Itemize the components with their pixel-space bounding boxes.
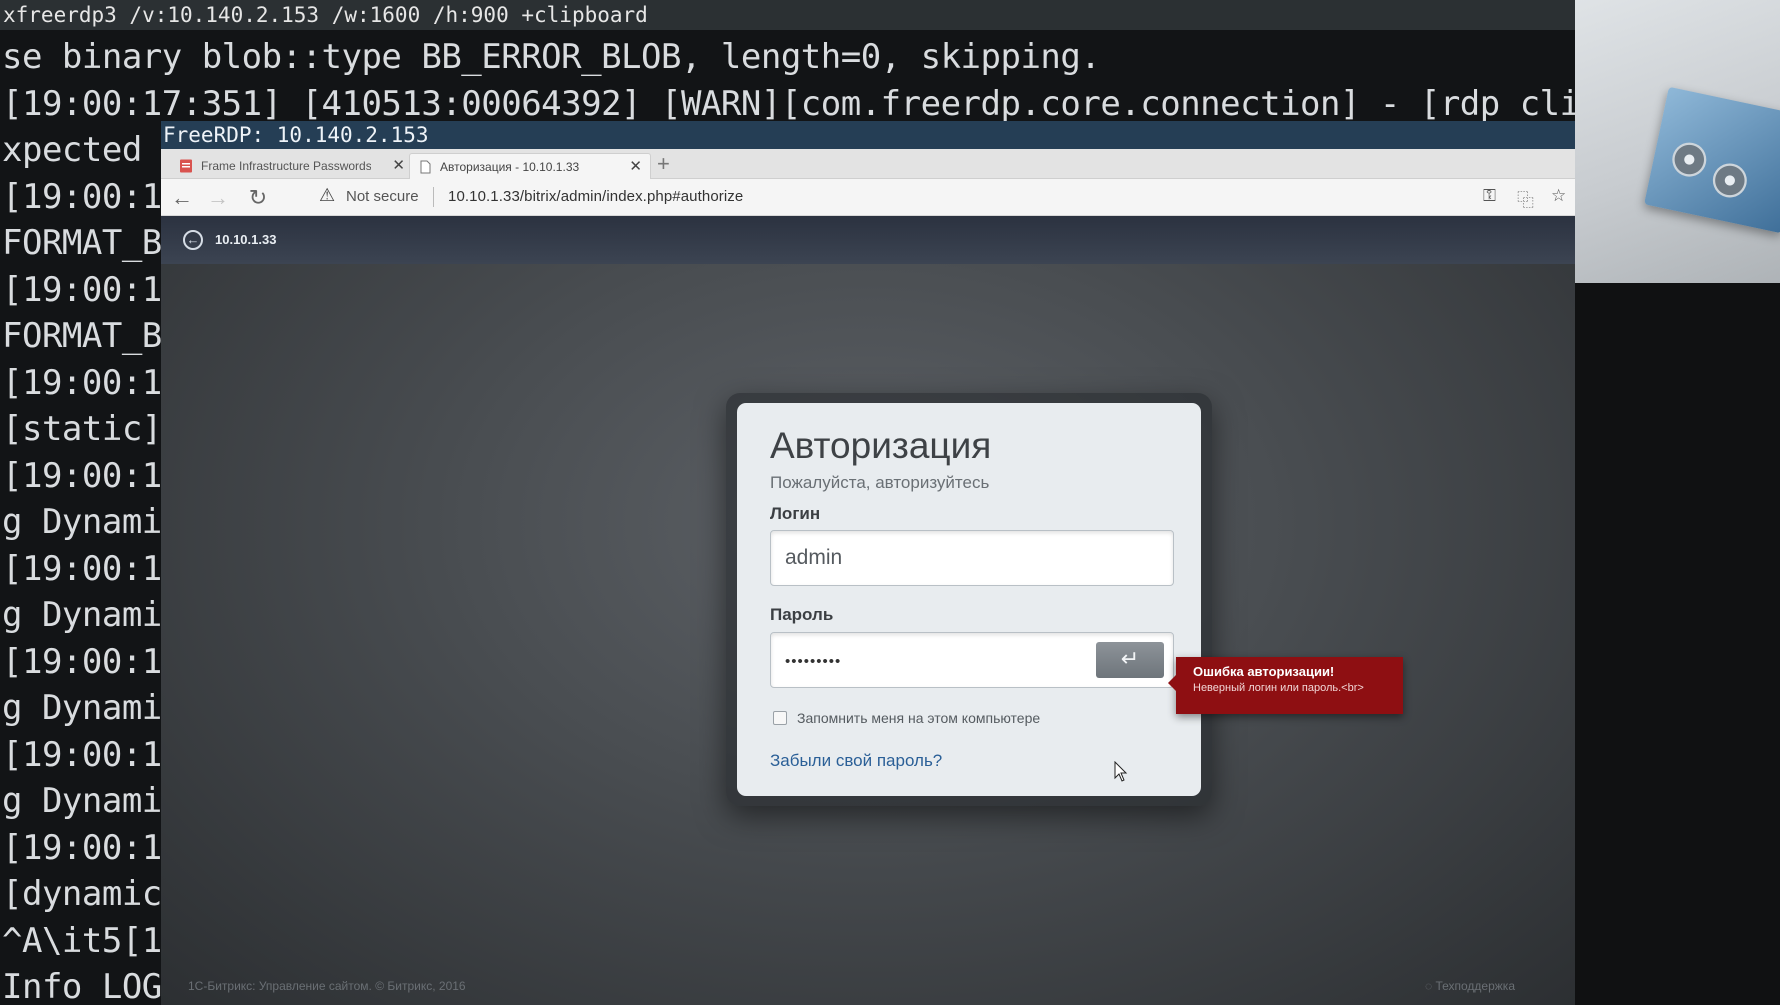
url-field[interactable]: 10.10.1.33/bitrix/admin/index.php#author… [448,188,743,205]
key-icon[interactable]: ⚿ [1483,186,1496,206]
tab-authorization[interactable]: Авторизация - 10.10.1.33 ✕ [409,153,651,179]
remember-me[interactable]: Запомнить меня на этом компьютере [773,710,1040,726]
warning-icon[interactable]: ⚠ [319,185,335,206]
reload-icon: ↻ [248,185,268,210]
auth-error-tooltip: Ошибка авторизации! Неверный логин или п… [1168,657,1403,714]
forward-button[interactable]: → [205,185,231,211]
tab-label: Frame Infrastructure Passwords | [201,159,371,173]
freerdp-title: FreeRDP: 10.140.2.153 [161,121,1575,149]
security-label[interactable]: Not secure [346,188,419,205]
password-label: Пароль [770,605,834,624]
reload-button[interactable]: ↻ [245,185,271,211]
mouse-cursor-icon [1114,761,1128,782]
new-tab-button[interactable]: + [657,151,670,177]
support-label: Техподдержка [1435,979,1515,993]
divider [433,187,434,207]
remember-label: Запомнить меня на этом компьютере [797,710,1041,726]
close-icon[interactable]: ✕ [392,153,405,179]
page-subtitle: Пожалуйста, авторизуйтесь [770,473,990,492]
page-title: Авторизация [770,425,992,466]
bitrix-admin-header: ← 10.10.1.33 [161,216,1575,264]
password-input[interactable]: ••••••••• ↵ [770,632,1174,688]
login-input[interactable]: admin [770,530,1174,586]
terminal-line: se binary blob::type BB_ERROR_BLOB, leng… [2,37,1101,77]
login-label: Логин [770,504,821,523]
browser-tab-bar: Frame Infrastructure Passwords | ✕ Автор… [161,149,1575,179]
address-bar: ← → ↻ ⚠ Not secure 10.10.1.33/bitrix/adm… [161,179,1575,216]
support-link[interactable]: ◌ Техподдержка [1425,979,1515,993]
login-value: admin [785,546,843,569]
page-icon [420,160,431,174]
site-host[interactable]: 10.10.1.33 [215,232,276,247]
forgot-password-link[interactable]: Забыли свой пароль? [770,751,942,771]
disc-image [1709,160,1751,201]
webcam-book-image [1644,86,1780,234]
terminal-title: xfreerdp3 /v:10.140.2.153 /w:1600 /h:900… [0,0,1575,30]
tab-frame-infrastructure[interactable]: Frame Infrastructure Passwords | ✕ [171,153,413,179]
error-title: Ошибка авторизации! [1193,664,1335,679]
star-icon[interactable]: ☆ [1551,186,1566,206]
login-card: Авторизация Пожалуйста, авторизуйтесь Ло… [737,403,1201,796]
error-message: Неверный логин или пароль.<br> [1193,682,1364,694]
arrow-left-icon: ← [171,185,193,210]
tab-label: Авторизация - 10.10.1.33 [440,160,580,174]
back-to-site-icon[interactable]: ← [183,230,203,250]
pdf-icon [180,159,192,173]
translate-icon[interactable]: ⿻ [1517,186,1534,211]
footer-copyright: 1С-Битрикс: Управление сайтом. © Битрикс… [188,979,466,993]
close-icon[interactable]: ✕ [629,154,642,179]
back-button[interactable]: ← [169,185,195,211]
enter-arrow-icon: ↵ [1120,646,1140,671]
arrow-right-icon: → [207,185,229,210]
remember-checkbox[interactable] [773,711,787,725]
disc-image [1669,139,1710,180]
login-card-frame: Авторизация Пожалуйста, авторизуйтесь Ло… [726,393,1212,806]
freerdp-window[interactable]: FreeRDP: 10.140.2.153 Frame Infrastructu… [161,121,1575,1005]
login-submit-button[interactable]: ↵ [1096,642,1164,678]
webcam-overlay [1575,0,1780,283]
password-value: ••••••••• [785,653,842,670]
